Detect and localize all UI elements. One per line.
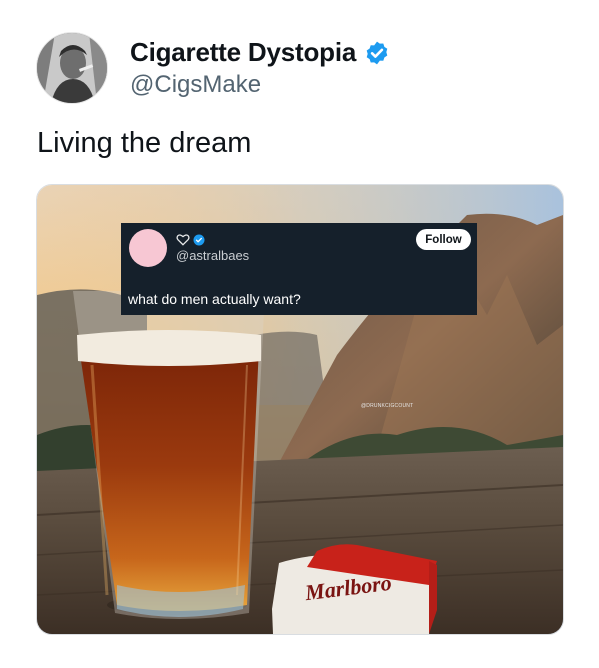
embedded-handle[interactable]: @astralbaes (176, 248, 249, 263)
embedded-icons (176, 233, 205, 246)
embedded-post[interactable]: @astralbaes Follow what do men actually … (121, 223, 477, 315)
follow-button[interactable]: Follow (416, 229, 471, 250)
display-name[interactable]: Cigarette Dystopia (130, 37, 356, 68)
author-names: Cigarette Dystopia @CigsMake (130, 37, 390, 99)
embedded-avatar[interactable] (129, 229, 167, 267)
tweet-header: Cigarette Dystopia @CigsMake (36, 32, 390, 104)
verified-badge-icon (366, 41, 388, 64)
tweet-text: Living the dream (37, 127, 252, 159)
name-row: Cigarette Dystopia (130, 37, 390, 68)
heart-outline-icon (176, 234, 190, 246)
verified-badge-icon (193, 234, 205, 245)
handle[interactable]: @CigsMake (130, 71, 390, 99)
avatar[interactable] (36, 32, 108, 104)
embedded-post-text: what do men actually want? (128, 291, 301, 307)
watermark: @DRUNKCIGCOUNT (361, 403, 414, 409)
tweet-media[interactable]: @astralbaes Follow what do men actually … (36, 184, 564, 635)
